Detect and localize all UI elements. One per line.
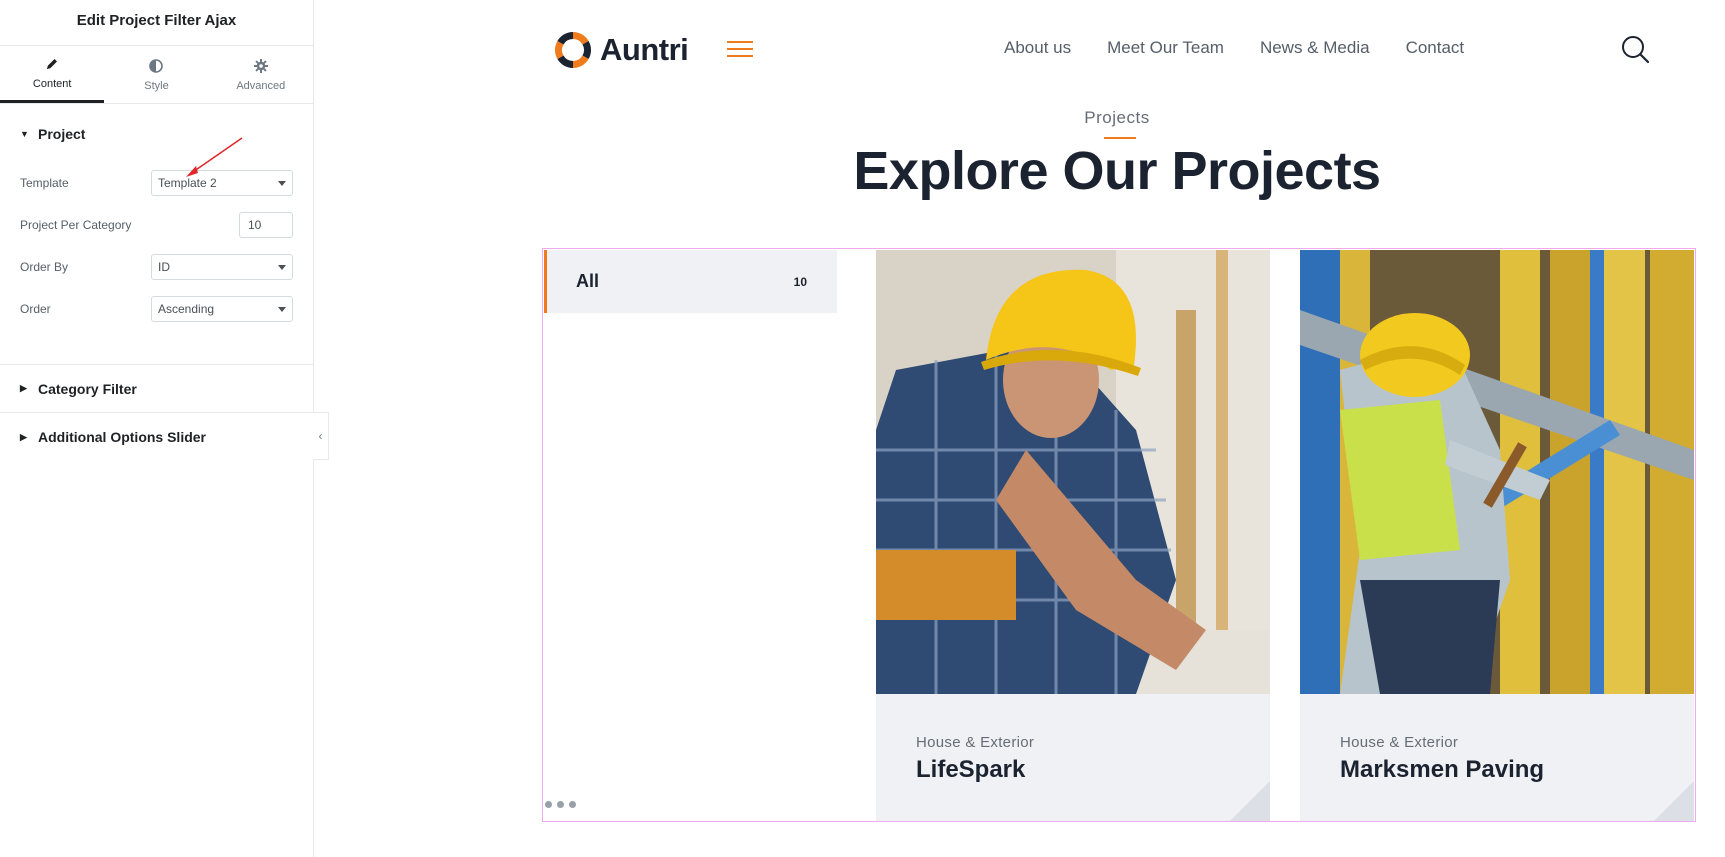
project-category: House & Exterior	[1340, 734, 1459, 751]
order-by-select[interactable]: ID	[151, 254, 293, 280]
order-control: Order Ascending	[0, 288, 313, 330]
collapse-panel-button[interactable]: ‹	[313, 412, 329, 460]
project-section-toggle[interactable]: ▼ Project	[0, 106, 313, 162]
tab-style-label: Style	[144, 79, 169, 92]
panel-title: Edit Project Filter Ajax	[0, 0, 313, 46]
project-card[interactable]: House & Exterior LifeSpark	[876, 250, 1270, 821]
select-arrow-icon	[278, 306, 286, 312]
project-filter-widget: All 10 House & Exterior LifeSpark House …	[542, 248, 1696, 822]
select-arrow-icon	[278, 264, 286, 270]
project-name: LifeSpark	[916, 756, 1026, 783]
tab-content[interactable]: Content	[0, 46, 105, 103]
order-by-label: Order By	[20, 260, 69, 274]
card-corner-decoration	[1654, 781, 1694, 821]
select-arrow-icon	[278, 180, 286, 186]
project-name: Marksmen Paving	[1340, 756, 1545, 783]
nav-news-media[interactable]: News & Media	[1260, 38, 1370, 58]
category-filter-title: Category Filter	[38, 380, 137, 397]
order-by-select-value: ID	[158, 260, 170, 274]
order-select-value: Ascending	[158, 302, 215, 316]
category-filter-section: ▶ Category Filter	[0, 365, 313, 413]
additional-options-section: ▶ Additional Options Slider	[0, 413, 313, 461]
chevron-left-icon: ‹	[318, 429, 323, 443]
additional-options-title: Additional Options Slider	[38, 429, 206, 445]
panel-tabs: Content Style Advanced	[0, 46, 313, 104]
search-icon[interactable]	[1620, 34, 1650, 64]
per-category-label: Project Per Category	[20, 218, 132, 232]
template-select[interactable]: Template 2	[151, 170, 293, 196]
filter-count: 10	[793, 274, 807, 289]
gear-icon	[253, 58, 268, 73]
project-card[interactable]: House & Exterior Marksmen Paving	[1300, 250, 1694, 821]
per-category-input[interactable]	[239, 212, 293, 238]
project-image-worker-formwork	[1300, 250, 1694, 694]
main-nav: About us Meet Our Team News & Media Cont…	[1004, 38, 1464, 58]
hamburger-menu-icon[interactable]	[727, 41, 753, 59]
category-filter-toggle[interactable]: ▶ Category Filter	[0, 365, 157, 413]
logo-text: Auntri	[600, 32, 689, 67]
pencil-icon	[47, 59, 58, 69]
site-header: Auntri About us Meet Our Team News & Med…	[552, 26, 1652, 76]
nav-contact[interactable]: Contact	[1406, 38, 1465, 58]
tab-advanced[interactable]: Advanced	[209, 46, 313, 103]
logo[interactable]: Auntri	[552, 29, 689, 71]
template-select-value: Template 2	[158, 176, 217, 190]
section-eyebrow: Projects	[1084, 108, 1150, 127]
filter-label: All	[576, 271, 600, 291]
eyebrow-underline	[1104, 137, 1136, 139]
caret-right-icon: ▶	[20, 431, 27, 442]
section-title: Explore Our Projects	[853, 141, 1381, 201]
template-label: Template	[20, 176, 69, 190]
caret-down-icon: ▼	[20, 129, 29, 139]
order-label: Order	[20, 302, 51, 316]
order-by-control: Order By ID	[0, 246, 313, 288]
project-section-title: Project	[38, 126, 86, 142]
project-image-worker-hardhat	[876, 250, 1270, 694]
nav-meet-our-team[interactable]: Meet Our Team	[1107, 38, 1224, 58]
editor-panel: Edit Project Filter Ajax Content Style A…	[0, 0, 314, 857]
per-category-control: Project Per Category	[0, 204, 313, 246]
caret-right-icon: ▶	[20, 383, 27, 393]
tab-style[interactable]: Style	[104, 46, 208, 103]
filter-item-all[interactable]: All 10	[544, 250, 837, 313]
gear-logo-icon	[554, 31, 592, 69]
project-category: House & Exterior	[916, 734, 1035, 751]
project-section: ▼ Project Template Template 2 Project Pe…	[0, 106, 313, 365]
tab-content-label: Content	[32, 78, 72, 90]
additional-options-toggle[interactable]: ▶ Additional Options Slider	[0, 413, 226, 461]
order-select[interactable]: Ascending	[151, 296, 293, 322]
template-control: Template Template 2	[0, 162, 313, 204]
nav-about-us[interactable]: About us	[1004, 38, 1071, 58]
loading-dots	[545, 801, 576, 808]
tab-advanced-label: Advanced	[236, 79, 286, 92]
card-corner-decoration	[1230, 781, 1270, 821]
half-circle-icon	[149, 58, 164, 73]
